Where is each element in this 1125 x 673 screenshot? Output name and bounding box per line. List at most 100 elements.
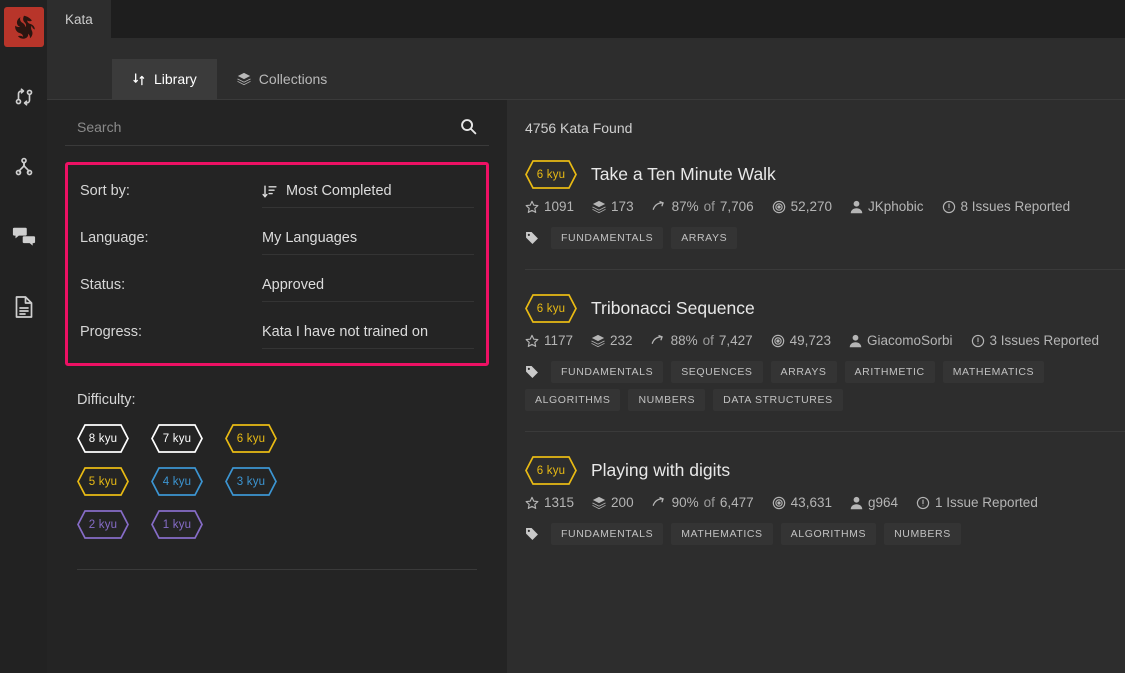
issue-icon bbox=[942, 200, 956, 214]
main-area: Kata Library Collections Search Sort by:… bbox=[47, 0, 1125, 673]
kata-item[interactable]: 6 kyu Playing with digits 1315 200 90% o… bbox=[525, 431, 1125, 563]
kata-stat-satisfaction: 88% of 7,427 bbox=[651, 333, 753, 348]
kata-stars-count: 1315 bbox=[544, 495, 575, 510]
kata-tag[interactable]: SEQUENCES bbox=[671, 361, 763, 383]
kata-header: 6 kyu Playing with digits bbox=[525, 456, 1125, 485]
kyu-badge-7-label: 7 kyu bbox=[162, 432, 192, 445]
tab-library-label: Library bbox=[154, 71, 197, 87]
app-root: Kata Library Collections Search Sort by:… bbox=[0, 0, 1125, 673]
kata-stat-author: JKphobic bbox=[850, 199, 924, 214]
kata-satisfaction-total: 6,477 bbox=[719, 495, 754, 510]
kata-issues-text: 1 Issue Reported bbox=[935, 495, 1038, 510]
kyu-badge-6[interactable]: 6 kyu bbox=[225, 424, 277, 453]
kata-stat-issues: 8 Issues Reported bbox=[942, 199, 1071, 214]
kata-stat-author: g964 bbox=[850, 495, 898, 510]
filter-row-language: Language: My Languages bbox=[80, 226, 474, 259]
kata-rank-badge: 6 kyu bbox=[525, 294, 577, 323]
filter-panel-highlighted: Sort by: Most Completed Language: My Lan… bbox=[65, 162, 489, 366]
filter-value-sort-by[interactable]: Most Completed bbox=[262, 179, 474, 208]
kata-issues-text: 8 Issues Reported bbox=[960, 199, 1071, 214]
tab-collections-label: Collections bbox=[258, 71, 328, 87]
browser-tab-kata[interactable]: Kata bbox=[47, 0, 111, 38]
filter-value-status[interactable]: Approved bbox=[262, 273, 474, 302]
kata-tag[interactable]: ARRAYS bbox=[770, 361, 837, 383]
filter-label-progress: Progress: bbox=[80, 324, 143, 340]
kata-tag[interactable]: MATHEMATICS bbox=[942, 361, 1045, 383]
kata-rank-label: 6 kyu bbox=[536, 302, 566, 315]
difficulty-section: Difficulty: 8 kyu 7 kyu 6 kyu 5 kyu 4 ky… bbox=[65, 392, 489, 539]
kyu-badge-4[interactable]: 4 kyu bbox=[151, 467, 203, 496]
person-icon bbox=[850, 200, 863, 214]
kata-results-list: 4756 Kata Found 6 kyu Take a Ten Minute … bbox=[507, 100, 1125, 673]
kata-tag[interactable]: ALGORITHMS bbox=[525, 389, 621, 411]
kata-header: 6 kyu Tribonacci Sequence bbox=[525, 294, 1125, 323]
layers-icon bbox=[591, 334, 605, 348]
kata-author-name[interactable]: g964 bbox=[868, 495, 898, 510]
filter-row-progress: Progress: Kata I have not trained on bbox=[80, 320, 474, 353]
kata-tag[interactable]: FUNDAMENTALS bbox=[551, 361, 664, 383]
kata-item[interactable]: 6 kyu Tribonacci Sequence 1177 232 88% o… bbox=[525, 269, 1125, 429]
git-fork-icon[interactable] bbox=[4, 147, 44, 187]
filter-value-progress[interactable]: Kata I have not trained on bbox=[262, 320, 474, 349]
search-icon[interactable] bbox=[460, 118, 477, 135]
tag-icon bbox=[525, 527, 539, 541]
shuffle-icon bbox=[132, 72, 146, 87]
kata-tag[interactable]: DATA STRUCTURES bbox=[713, 389, 843, 411]
codewars-logo[interactable] bbox=[3, 7, 44, 47]
kyu-badge-1[interactable]: 1 kyu bbox=[151, 510, 203, 539]
filter-label-language: Language: bbox=[80, 230, 149, 246]
kyu-badge-3[interactable]: 3 kyu bbox=[225, 467, 277, 496]
layers-icon bbox=[236, 72, 251, 86]
person-icon bbox=[849, 334, 862, 348]
kata-header: 6 kyu Take a Ten Minute Walk bbox=[525, 160, 1125, 189]
kyu-badge-6-label: 6 kyu bbox=[236, 432, 266, 445]
kata-title-link[interactable]: Tribonacci Sequence bbox=[591, 298, 755, 319]
kata-satisfaction-pct: 88% bbox=[670, 333, 698, 348]
filter-label-sort-by: Sort by: bbox=[80, 183, 130, 199]
kyu-badge-8-label: 8 kyu bbox=[88, 432, 118, 445]
git-compare-icon[interactable] bbox=[4, 77, 44, 117]
satisfaction-arc-icon bbox=[652, 200, 667, 213]
chat-bubbles-icon[interactable] bbox=[4, 217, 44, 257]
kata-satisfaction-total: 7,706 bbox=[719, 199, 754, 214]
search-input[interactable] bbox=[77, 118, 460, 135]
kata-satisfaction-total: 7,427 bbox=[718, 333, 753, 348]
kata-tag[interactable]: ARRAYS bbox=[671, 227, 738, 249]
kata-stats: 1177 232 88% of 7,427 49,723 GiacomoSorb… bbox=[525, 333, 1125, 348]
kata-tag[interactable]: MATHEMATICS bbox=[671, 523, 773, 545]
star-icon bbox=[525, 200, 539, 214]
kyu-badge-8[interactable]: 8 kyu bbox=[77, 424, 129, 453]
kyu-badge-2[interactable]: 2 kyu bbox=[77, 510, 129, 539]
filter-label-status: Status: bbox=[80, 277, 126, 293]
filter-sidebar: Sort by: Most Completed bbox=[47, 100, 507, 673]
filter-value-language[interactable]: My Languages bbox=[262, 226, 474, 255]
kata-tag[interactable]: ALGORITHMS bbox=[780, 523, 877, 545]
kata-collections-count: 173 bbox=[611, 199, 634, 214]
kata-tag[interactable]: NUMBERS bbox=[884, 523, 961, 545]
document-icon[interactable] bbox=[4, 287, 44, 327]
kata-tag[interactable]: FUNDAMENTALS bbox=[551, 227, 664, 249]
filters-divider bbox=[77, 569, 477, 570]
kata-title-link[interactable]: Playing with digits bbox=[591, 460, 730, 481]
target-icon bbox=[772, 200, 786, 214]
layers-icon bbox=[592, 496, 606, 510]
tab-collections[interactable]: Collections bbox=[217, 59, 347, 99]
kata-tag[interactable]: FUNDAMENTALS bbox=[551, 523, 664, 545]
kata-stat-issues: 1 Issue Reported bbox=[916, 495, 1038, 510]
content-area: Sort by: Most Completed bbox=[47, 100, 1125, 673]
kata-stat-stars: 1177 bbox=[525, 333, 573, 348]
kata-tag[interactable]: NUMBERS bbox=[628, 389, 706, 411]
kyu-badge-7[interactable]: 7 kyu bbox=[151, 424, 203, 453]
kyu-badge-5[interactable]: 5 kyu bbox=[77, 467, 129, 496]
kata-satisfaction-pct: 87% bbox=[671, 199, 699, 214]
kata-rank-label: 6 kyu bbox=[536, 464, 566, 477]
kata-title-link[interactable]: Take a Ten Minute Walk bbox=[591, 164, 776, 185]
star-icon bbox=[525, 334, 539, 348]
kata-item[interactable]: 6 kyu Take a Ten Minute Walk 1091 173 87… bbox=[525, 160, 1125, 267]
tab-library[interactable]: Library bbox=[112, 59, 217, 99]
target-icon bbox=[772, 496, 786, 510]
kata-author-name[interactable]: JKphobic bbox=[868, 199, 924, 214]
kata-tag[interactable]: ARITHMETIC bbox=[844, 361, 935, 383]
kata-author-name[interactable]: GiacomoSorbi bbox=[867, 333, 953, 348]
kyu-badge-1-label: 1 kyu bbox=[162, 518, 192, 531]
